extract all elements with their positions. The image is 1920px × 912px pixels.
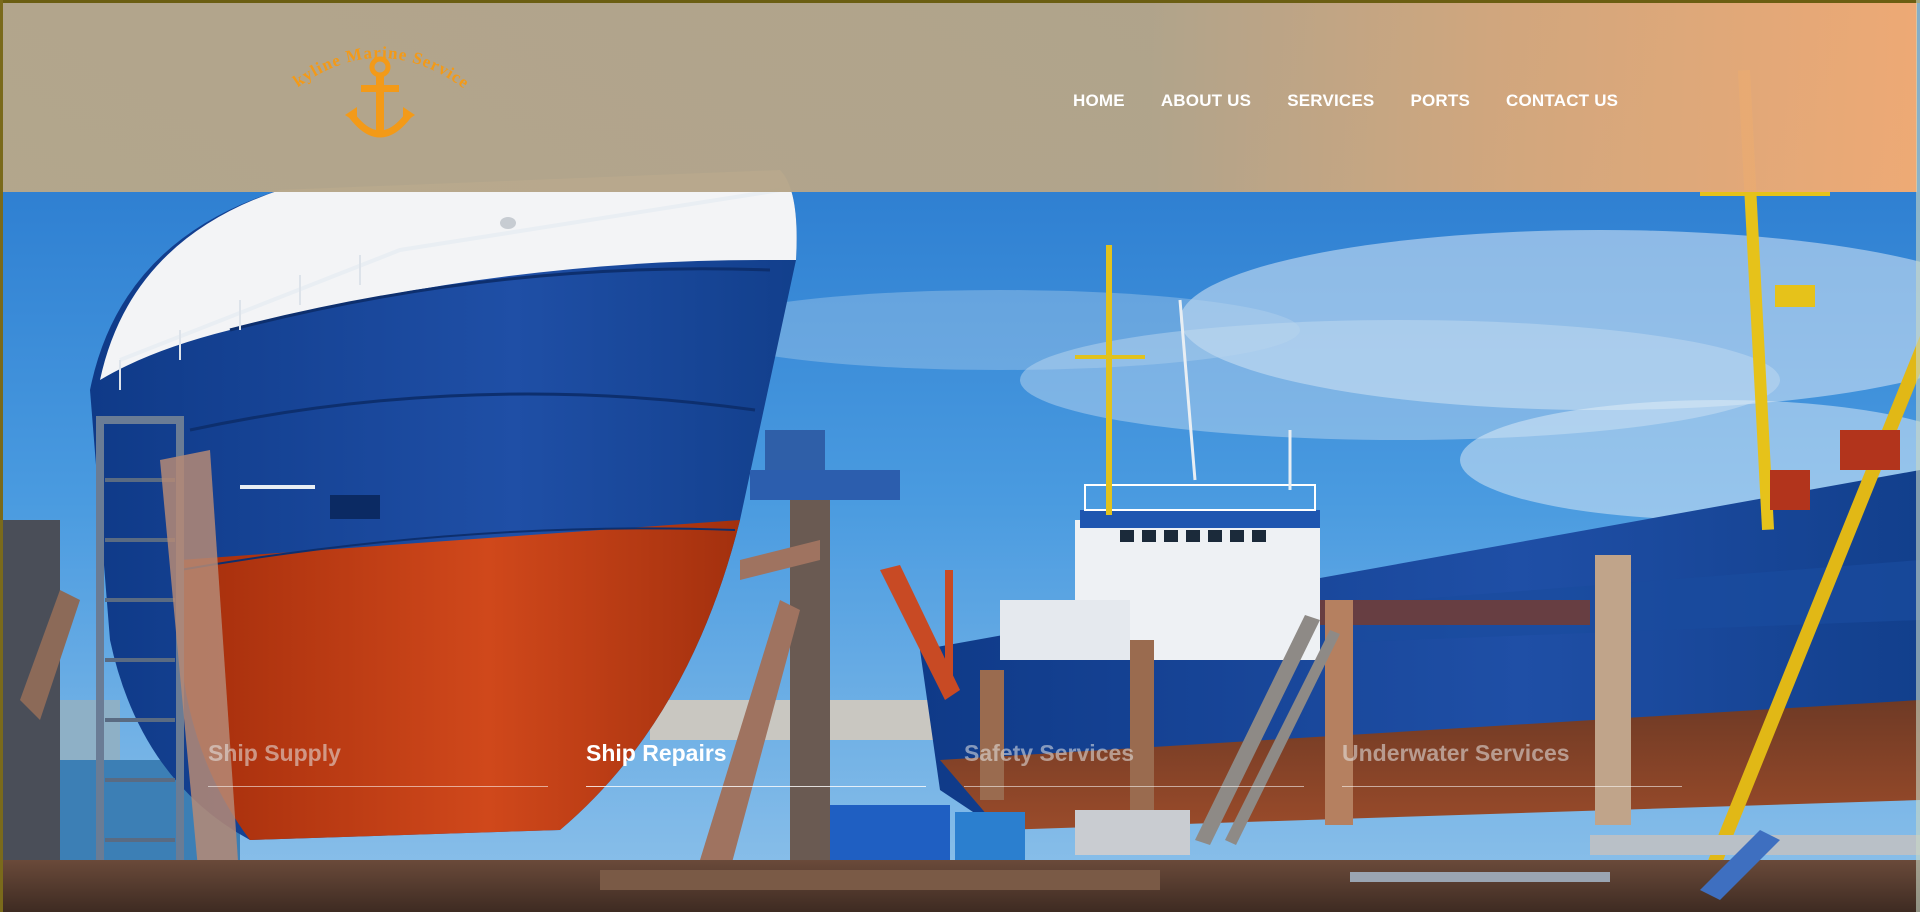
service-tab-safety-services[interactable]: Safety Services (964, 740, 1304, 788)
nav-about-us[interactable]: ABOUT US (1161, 91, 1251, 111)
service-tab-label: Ship Supply (208, 740, 341, 766)
service-tab-underline (586, 786, 926, 787)
nav-home[interactable]: HOME (1073, 91, 1125, 111)
service-tab-label: Underwater Services (1342, 740, 1570, 766)
service-tab-label: Ship Repairs (586, 740, 727, 766)
service-tab-underwater-services[interactable]: Underwater Services (1342, 740, 1682, 788)
main-nav: HOME ABOUT US SERVICES PORTS CONTACT US (1073, 91, 1654, 111)
anchor-icon (345, 56, 415, 138)
left-border (0, 0, 3, 912)
service-tab-underline (964, 786, 1304, 787)
service-tabs: Ship Supply Ship Repairs Safety Services… (208, 740, 1712, 790)
service-tab-ship-supply[interactable]: Ship Supply (208, 740, 548, 788)
service-tab-label: Safety Services (964, 740, 1135, 766)
nav-services[interactable]: SERVICES (1287, 91, 1374, 111)
site-logo[interactable]: Skyline Marine Services (285, 33, 475, 158)
site-header: Skyline Marine Services HOME ABOUT US SE… (3, 3, 1917, 192)
nav-contact-us[interactable]: CONTACT US (1506, 91, 1618, 111)
service-tab-underline (208, 786, 548, 787)
right-border (1916, 0, 1920, 912)
nav-ports[interactable]: PORTS (1410, 91, 1470, 111)
service-tab-underline (1342, 786, 1682, 787)
hero-section: Skyline Marine Services HOME ABOUT US SE… (0, 0, 1920, 912)
top-border (0, 0, 1920, 3)
service-tab-ship-repairs[interactable]: Ship Repairs (586, 740, 926, 788)
